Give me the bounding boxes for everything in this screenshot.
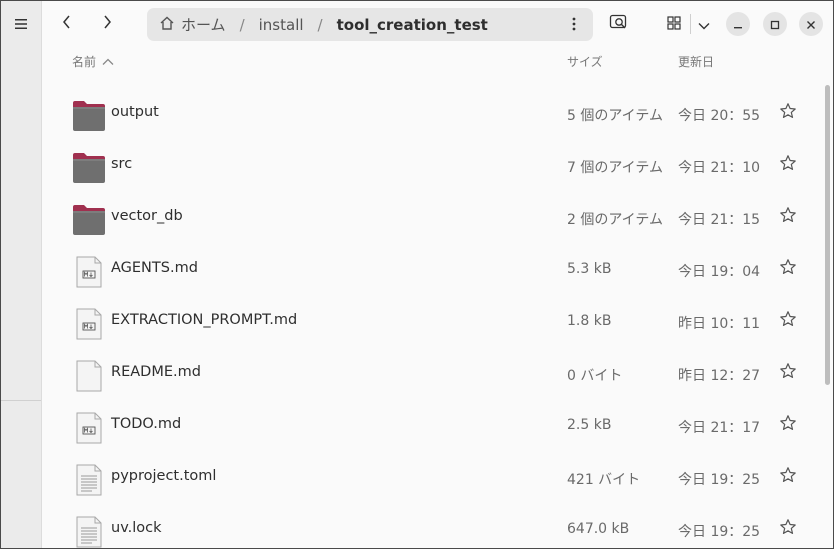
folder-icon [72,99,106,133]
file-modified: 今日 21：15 [678,212,761,228]
sidebar-separator [1,400,41,401]
folder-icon [72,151,106,185]
breadcrumb-current[interactable]: tool_creation_test [337,16,488,34]
file-name: README.md [111,364,201,380]
forward-button[interactable] [94,12,120,36]
file-row[interactable]: README.md 0 バイト 昨日 12：27 [42,349,821,401]
home-icon [159,15,175,35]
breadcrumb-home-label: ホーム [181,16,226,34]
star-icon[interactable] [779,466,797,484]
search-icon [609,13,629,35]
maximize-button[interactable] [763,12,787,36]
minimize-icon [733,15,743,34]
file-modified: 今日 21：17 [678,420,761,436]
file-size: 0 バイト [567,368,623,384]
grid-view-icon [667,15,681,34]
file-modified: 今日 19：25 [678,472,761,488]
breadcrumb-separator: / [317,15,323,34]
file-row[interactable]: AGENTS.md 5.3 kB 今日 19：04 [42,245,821,297]
column-header-modified[interactable]: 更新日 [678,53,714,70]
file-modified: 今日 20：55 [678,108,761,124]
file-name: src [111,156,133,172]
view-options-button[interactable] [694,12,714,36]
file-modified: 昨日 10：11 [678,316,761,332]
column-header-size[interactable]: サイズ [567,53,603,70]
file-row[interactable]: uv.lock 647.0 kB 今日 19：25 [42,505,821,548]
chevron-left-icon [62,14,72,34]
path-bar: ホーム / install / tool_creation_test [147,8,593,41]
chevron-down-icon [698,15,710,34]
header-bar: ホーム / install / tool_creation_test [42,1,833,47]
column-name-label: 名前 [72,55,97,69]
file-name: AGENTS.md [111,260,198,276]
file-size: 5.3 kB [567,261,612,277]
breadcrumb-home[interactable]: ホーム [159,14,226,35]
text-file-icon [72,515,106,548]
star-icon[interactable] [779,154,797,172]
file-size: 2.5 kB [567,417,612,433]
file-size: 2 個のアイテム [567,212,663,228]
file-size: 1.8 kB [567,313,612,329]
column-size-label: サイズ [567,55,603,69]
star-icon[interactable] [779,362,797,380]
view-toggle-button[interactable] [662,12,686,36]
breadcrumb-install[interactable]: install [259,16,304,34]
file-name: EXTRACTION_PROMPT.md [111,312,298,328]
empty-file-icon [72,359,106,393]
maximize-icon [770,15,780,34]
star-icon[interactable] [779,206,797,224]
file-size: 7 個のアイテム [567,160,663,176]
kebab-menu-icon[interactable] [567,15,581,33]
file-row[interactable]: TODO.md 2.5 kB 今日 21：17 [42,401,821,453]
file-name: uv.lock [111,520,162,536]
markdown-file-icon [72,411,106,445]
file-name: vector_db [111,208,183,224]
file-modified: 今日 19：25 [678,524,761,540]
folder-row[interactable]: vector_db 2 個のアイテム 今日 21：15 [42,193,821,245]
hamburger-menu-icon[interactable] [10,13,32,35]
scrollbar[interactable] [825,85,830,385]
chevron-right-icon [102,14,112,34]
text-file-icon [72,463,106,497]
back-button[interactable] [54,12,80,36]
column-modified-label: 更新日 [678,55,715,69]
file-size: 647.0 kB [567,521,630,537]
file-name: pyproject.toml [111,468,217,484]
minimize-button[interactable] [726,12,750,36]
markdown-file-icon [72,255,106,289]
folder-icon [72,203,106,237]
file-modified: 今日 19：04 [678,264,761,280]
file-size: 5 個のアイテム [567,108,663,124]
search-button[interactable] [606,12,632,36]
star-icon[interactable] [779,310,797,328]
file-modified: 昨日 12：27 [678,368,761,384]
star-icon[interactable] [779,414,797,432]
star-icon[interactable] [779,518,797,536]
file-size: 421 バイト [567,472,641,488]
star-icon[interactable] [779,258,797,276]
folder-row[interactable]: src 7 個のアイテム 今日 21：10 [42,141,821,193]
file-row[interactable]: EXTRACTION_PROMPT.md 1.8 kB 昨日 10：11 [42,297,821,349]
file-manager-window: ホーム / install / tool_creation_test 名前 サイ… [0,0,834,549]
close-button[interactable] [799,12,823,36]
toolbar-divider [690,14,691,34]
star-icon[interactable] [779,102,797,120]
column-header-name[interactable]: 名前 [72,53,114,70]
file-name: TODO.md [111,416,182,432]
close-icon [806,15,816,34]
file-name: output [111,104,159,120]
breadcrumb-separator: / [239,15,245,34]
markdown-file-icon [72,307,106,341]
folder-row[interactable]: output 5 個のアイテム 今日 20：55 [42,89,821,141]
file-row[interactable]: pyproject.toml 421 バイト 今日 19：25 [42,453,821,505]
sort-ascending-icon [102,55,114,69]
sidebar [1,1,42,548]
file-modified: 今日 21：10 [678,160,761,176]
